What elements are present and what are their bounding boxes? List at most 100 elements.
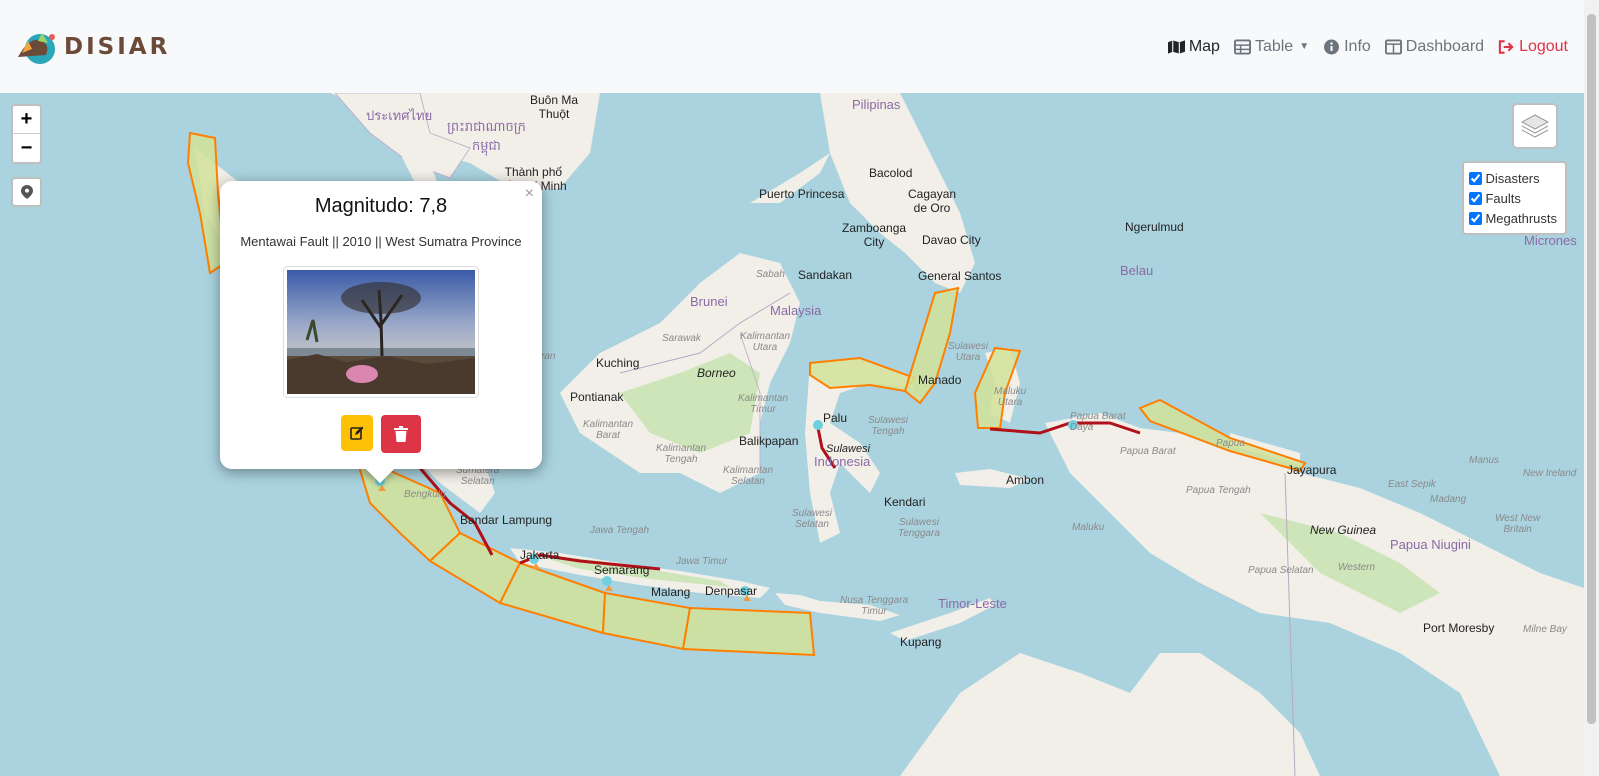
label-denpasar: Denpasar xyxy=(705,584,758,598)
label-jawa-tengah: Jawa Tengah xyxy=(590,525,650,536)
logout-icon xyxy=(1498,39,1514,54)
edit-icon xyxy=(350,426,364,440)
label-new-ireland: New Ireland xyxy=(1523,468,1577,479)
label-bengkulu: Bengkulu xyxy=(404,489,446,500)
brand-logo-icon xyxy=(18,32,55,64)
nav-logout-label: Logout xyxy=(1519,37,1568,55)
label-pilipinas: Pilipinas xyxy=(852,97,901,112)
nav-logout[interactable]: Logout xyxy=(1498,38,1568,56)
label-davao: Davao City xyxy=(922,233,981,247)
layer-faults[interactable]: Faults xyxy=(1469,188,1557,208)
dashboard-icon xyxy=(1384,38,1402,55)
popup-close-button[interactable]: × xyxy=(525,185,534,203)
locate-button[interactable] xyxy=(11,177,42,207)
label-east-sepik: East Sepik xyxy=(1388,479,1436,490)
label-pontianak: Pontianak xyxy=(570,390,624,404)
layer-disasters[interactable]: Disasters xyxy=(1469,168,1557,188)
trash-icon xyxy=(394,426,408,442)
nav-map[interactable]: Map xyxy=(1167,37,1220,56)
label-malang: Malang xyxy=(651,585,691,599)
label-kuching: Kuching xyxy=(596,356,640,370)
label-sulawesi-tengah: Sulawesi Tengah xyxy=(868,415,909,437)
label-cambodia: ព្រះរាជាណាចក្រ កម្ពុជា xyxy=(447,119,526,153)
label-papua-selatan: Papua Selatan xyxy=(1248,565,1314,576)
label-new-guinea: New Guinea xyxy=(1310,523,1377,537)
label-west-new-britain: West New Britain xyxy=(1495,513,1541,535)
layers-icon xyxy=(1521,114,1549,138)
map-view[interactable]: Buôn Ma Thuột ประเทศไทย ព្រះរាជាណាចក្រ ក… xyxy=(0,93,1584,776)
layer-megathrusts-checkbox[interactable] xyxy=(1469,211,1483,225)
layer-faults-label: Faults xyxy=(1485,190,1521,206)
label-jakarta: Jakarta xyxy=(520,548,560,562)
label-buon-ma-thuot: Buôn Ma Thuột xyxy=(530,93,579,121)
popup-title: Magnitudo: 7,8 xyxy=(314,195,448,217)
label-timor-leste: Timor-Leste xyxy=(938,596,1007,611)
layer-disasters-checkbox[interactable] xyxy=(1469,171,1483,185)
label-sulawesi-utara: Sulawesi Utara xyxy=(948,341,989,363)
info-icon xyxy=(1324,39,1340,54)
label-kalimantan-selatan: Kalimantan Selatan xyxy=(723,465,774,487)
label-cagayan: Cagayan de Oro xyxy=(908,187,957,215)
label-puerto-princesa: Puerto Princesa xyxy=(759,187,845,201)
table-icon xyxy=(1233,38,1251,55)
page-scrollbar[interactable] xyxy=(1584,0,1599,776)
label-papua-barat: Papua Barat xyxy=(1120,446,1176,457)
layers-toggle-button[interactable] xyxy=(1512,103,1558,149)
label-thailand: ประเทศไทย xyxy=(366,108,433,123)
label-kalimantan-timur: Kalimantan Timur xyxy=(738,393,789,415)
label-madang: Madang xyxy=(1430,494,1467,505)
label-indonesia: Indonesia xyxy=(814,454,871,469)
disaster-popup: × Magnitudo: 7,8 Mentawai Fault || 2010 … xyxy=(220,181,542,484)
map-pin-icon xyxy=(20,185,33,199)
label-kendari: Kendari xyxy=(884,495,926,509)
label-borneo: Borneo xyxy=(697,366,736,380)
label-palu: Palu xyxy=(823,411,848,425)
label-bandar-lampung: Bandar Lampung xyxy=(460,513,553,527)
label-sarawak: Sarawak xyxy=(662,333,701,344)
brand-name: DISIAR xyxy=(64,33,171,60)
label-micronesia: Micrones xyxy=(1524,233,1577,248)
layer-megathrusts-label: Megathrusts xyxy=(1485,210,1557,226)
zoom-in-button[interactable]: + xyxy=(13,106,40,134)
label-kalimantan-utara: Kalimantan Utara xyxy=(740,331,791,353)
label-maluku-utara: Maluku Utara xyxy=(994,386,1027,408)
label-milne-bay: Milne Bay xyxy=(1523,624,1567,635)
label-bacolod: Bacolod xyxy=(869,166,913,180)
label-sulawesi-selatan: Sulawesi Selatan xyxy=(792,508,833,530)
nav-info[interactable]: Info xyxy=(1323,38,1371,56)
label-sulawesi-tenggara: Sulawesi Tenggara xyxy=(898,517,940,539)
delete-button[interactable] xyxy=(381,415,421,453)
label-ngerulmud: Ngerulmud xyxy=(1125,220,1184,234)
layers-list: Disasters Faults Megathrusts xyxy=(1462,161,1567,235)
map-icon xyxy=(1167,39,1185,54)
label-port-moresby: Port Moresby xyxy=(1423,621,1495,635)
layer-megathrusts[interactable]: Megathrusts xyxy=(1469,208,1557,228)
nav-table[interactable]: Table ▼ xyxy=(1233,37,1310,56)
label-jayapura: Jayapura xyxy=(1287,463,1337,477)
edit-button[interactable] xyxy=(341,415,373,451)
chevron-down-icon: ▼ xyxy=(1299,41,1310,52)
scrollbar-thumb[interactable] xyxy=(1587,14,1596,724)
zoom-control: + − xyxy=(11,104,42,164)
label-sabah: Sabah xyxy=(756,269,785,280)
label-maluku: Maluku xyxy=(1072,522,1105,533)
nav-map-label: Map xyxy=(1188,37,1220,55)
label-belau: Belau xyxy=(1120,263,1154,278)
label-papua: Papua xyxy=(1216,438,1245,449)
label-western: Western xyxy=(1338,562,1376,573)
label-fan: ran xyxy=(541,351,556,362)
label-kupang: Kupang xyxy=(900,635,942,649)
label-kalimantan-tengah: Kalimantan Tengah xyxy=(656,443,707,465)
nav-dashboard[interactable]: Dashboard xyxy=(1384,38,1484,56)
label-nusa-tenggara-timur: Nusa Tenggara Timur xyxy=(840,595,909,617)
popup-subtitle: Mentawai Fault || 2010 || West Sumatra P… xyxy=(240,234,522,249)
label-papua-tengah: Papua Tengah xyxy=(1186,485,1251,496)
label-papua-niugini: Papua Niugini xyxy=(1390,537,1471,552)
layer-faults-checkbox[interactable] xyxy=(1469,191,1483,205)
nav-table-label: Table xyxy=(1254,37,1294,55)
brand[interactable]: DISIAR xyxy=(12,27,170,67)
label-brunei: Brunei xyxy=(690,294,728,309)
layer-disasters-label: Disasters xyxy=(1485,170,1540,186)
zoom-out-button[interactable]: − xyxy=(13,134,40,162)
label-balikpapan: Balikpapan xyxy=(739,434,799,448)
